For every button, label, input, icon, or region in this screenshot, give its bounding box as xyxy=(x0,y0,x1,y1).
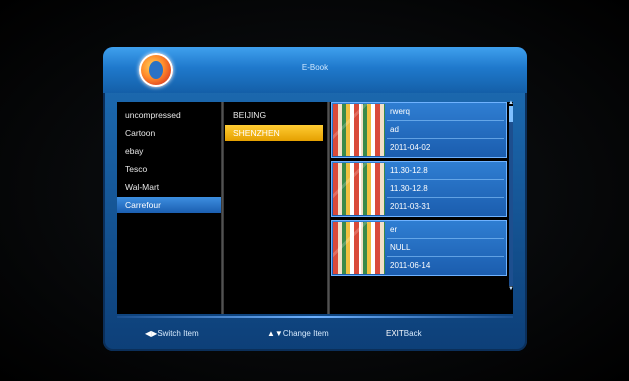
scroll-down-icon[interactable]: ▼ xyxy=(508,286,514,292)
catalog-date: 2011-06-14 xyxy=(390,261,431,270)
back-label: Back xyxy=(403,329,422,338)
footer-hints: ◀▶Switch Item ▲▼Change Item EXITBack xyxy=(103,323,527,345)
window-title: E-Book xyxy=(301,63,329,72)
tv-screen: E-Book uncompressed Cartoon ebay Tesco W… xyxy=(0,0,629,381)
up-down-arrows-icon: ▲▼ xyxy=(267,329,283,338)
scrollbar-thumb[interactable] xyxy=(509,106,513,122)
catalog-thumbnail xyxy=(333,222,385,274)
catalog-card[interactable]: er NULL 2011-06-14 xyxy=(331,220,507,276)
category-item[interactable]: uncompressed xyxy=(117,107,221,123)
city-list: BEIJING SHENZHEN xyxy=(225,102,329,314)
category-item[interactable]: ebay xyxy=(117,143,221,159)
catalog-info: NULL xyxy=(387,239,504,257)
column-divider xyxy=(327,102,330,314)
title-bar: E-Book xyxy=(103,47,527,93)
column-divider xyxy=(221,102,224,314)
catalog-info: ad xyxy=(387,121,504,139)
catalog-card[interactable]: rwerq ad 2011-04-02 xyxy=(331,102,507,158)
catalog-list: rwerq ad 2011-04-02 11.30-12.8 11.30-12.… xyxy=(331,100,514,314)
ebook-window: E-Book uncompressed Cartoon ebay Tesco W… xyxy=(103,47,527,351)
catalog-scrollbar[interactable]: ▲ ▼ xyxy=(508,100,514,292)
change-item-hint: ▲▼Change Item xyxy=(267,323,329,345)
category-item[interactable]: Tesco xyxy=(117,161,221,177)
change-item-label: Change Item xyxy=(282,329,329,338)
catalog-name: rwerq xyxy=(387,103,504,121)
catalog-name: er xyxy=(387,221,504,239)
catalog-date: 2011-03-31 xyxy=(390,202,431,211)
category-list: uncompressed Cartoon ebay Tesco Wal-Mart… xyxy=(117,102,221,314)
content-area: uncompressed Cartoon ebay Tesco Wal-Mart… xyxy=(117,100,514,314)
footer-divider xyxy=(117,316,513,318)
catalog-date: 2011-04-02 xyxy=(390,143,431,152)
exit-back-hint: EXITBack xyxy=(386,323,422,345)
switch-item-hint: ◀▶Switch Item xyxy=(145,323,199,345)
catalog-card[interactable]: 11.30-12.8 11.30-12.8 2011-03-31 xyxy=(331,161,507,217)
catalog-thumbnail xyxy=(333,104,385,156)
catalog-thumbnail xyxy=(333,163,385,215)
category-item[interactable]: Cartoon xyxy=(117,125,221,141)
exit-key-label: EXIT xyxy=(386,329,404,338)
switch-item-label: Switch Item xyxy=(157,329,199,338)
city-item[interactable]: BEIJING xyxy=(225,107,323,123)
category-item[interactable]: Wal-Mart xyxy=(117,179,221,195)
catalog-info: 11.30-12.8 xyxy=(387,180,504,198)
category-item-selected[interactable]: Carrefour xyxy=(117,197,221,213)
city-item-selected[interactable]: SHENZHEN xyxy=(225,125,323,141)
left-right-arrows-icon: ◀▶ xyxy=(145,329,158,338)
catalog-name: 11.30-12.8 xyxy=(387,162,504,180)
